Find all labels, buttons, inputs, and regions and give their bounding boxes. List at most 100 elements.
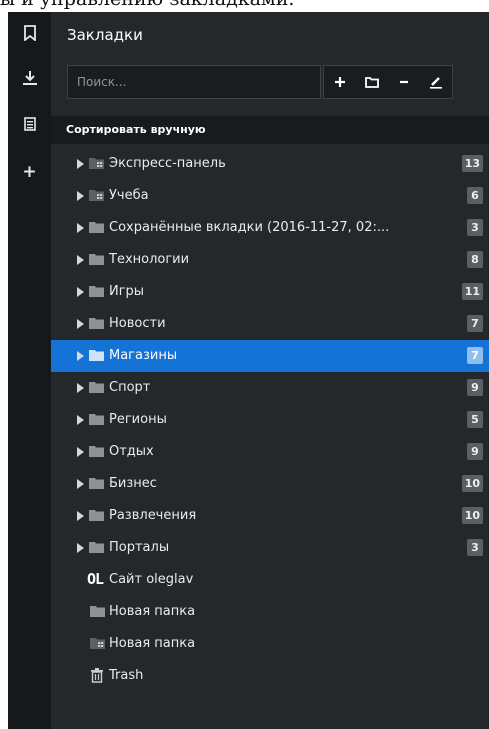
- count-badge: 3: [467, 219, 483, 236]
- row-label: Trash: [109, 668, 144, 683]
- edit-bookmark-button[interactable]: [422, 68, 450, 96]
- expand-arrow-icon[interactable]: [77, 415, 84, 425]
- sidebar-item-bookmarks[interactable]: [8, 16, 51, 50]
- expand-arrow-icon[interactable]: [77, 351, 84, 361]
- tree-row[interactable]: Trash: [51, 660, 489, 692]
- search-input[interactable]: [67, 65, 321, 99]
- tree-row[interactable]: OL Сайт oleglav: [51, 564, 489, 596]
- folder-icon: [89, 382, 104, 393]
- add-bookmark-button[interactable]: [326, 68, 354, 96]
- folder-icon: [89, 510, 104, 521]
- speed-dial-folder-icon: [89, 190, 104, 201]
- sidebar-item-add[interactable]: +: [8, 155, 51, 189]
- expand-arrow-icon[interactable]: [77, 191, 84, 201]
- row-label: Спорт: [109, 380, 151, 395]
- add-icon: [335, 77, 345, 87]
- row-label: Новая папка: [109, 604, 196, 619]
- tree-row[interactable]: Спорт 9: [51, 372, 489, 404]
- tree-row[interactable]: Учеба 6: [51, 180, 489, 212]
- download-icon: [22, 71, 37, 85]
- sort-label: Сортировать вручную: [66, 123, 206, 136]
- folder-icon: [89, 286, 104, 297]
- tree-row[interactable]: Сохранённые вкладки (2016-11-27, 02:... …: [51, 212, 489, 244]
- expand-arrow-icon[interactable]: [77, 543, 84, 553]
- row-label: Развлечения: [109, 508, 197, 523]
- tree-row[interactable]: Регионы 5: [51, 404, 489, 436]
- row-label: Порталы: [109, 540, 170, 555]
- ol-logo-icon: OL: [87, 570, 104, 588]
- bookmarks-app: + Закладки Поиск... Сортировать вручную …: [8, 12, 489, 729]
- document-text: ы и управлению закладками.: [0, 0, 294, 10]
- folder-icon: [89, 350, 104, 361]
- bookmarks-panel: Закладки Поиск... Сортировать вручную Эк…: [51, 12, 489, 729]
- tree-row[interactable]: Новая папка: [51, 628, 489, 660]
- folder-icon: [89, 478, 104, 489]
- notes-icon: [23, 117, 36, 131]
- folder-icon: [89, 254, 104, 265]
- plus-icon: +: [22, 162, 37, 182]
- speed-dial-folder-icon: [89, 158, 104, 169]
- expand-arrow-icon[interactable]: [77, 319, 84, 329]
- expand-arrow-icon[interactable]: [77, 255, 84, 265]
- expand-arrow-icon[interactable]: [77, 447, 84, 457]
- tree-row[interactable]: Бизнес 10: [51, 468, 489, 500]
- row-label: Регионы: [109, 412, 167, 427]
- tree-row[interactable]: Технологии 8: [51, 244, 489, 276]
- folder-icon: [89, 318, 104, 329]
- sort-header[interactable]: Сортировать вручную: [51, 116, 489, 144]
- folder-icon: [89, 414, 104, 425]
- new-folder-button[interactable]: [358, 68, 386, 96]
- folder-icon: [89, 542, 104, 553]
- expand-arrow-icon[interactable]: [77, 159, 84, 169]
- row-label: Технологии: [109, 252, 190, 267]
- row-label: Экспресс-панель: [109, 156, 226, 171]
- count-badge: 9: [467, 379, 483, 396]
- remove-bookmark-button[interactable]: [390, 68, 418, 96]
- row-label: Отдых: [109, 444, 154, 459]
- tree-row[interactable]: Новая папка: [51, 596, 489, 628]
- tree-row[interactable]: Развлечения 10: [51, 500, 489, 532]
- sidebar-item-notes[interactable]: [8, 107, 51, 141]
- count-badge: 5: [467, 411, 483, 428]
- trash-icon: [91, 668, 103, 683]
- expand-arrow-icon[interactable]: [77, 287, 84, 297]
- row-label: Учеба: [109, 188, 149, 203]
- bookmark-icon: [23, 25, 36, 41]
- count-badge: 9: [467, 443, 483, 460]
- folder-icon: [89, 222, 104, 233]
- remove-icon: [400, 80, 408, 84]
- row-label: Новая папка: [109, 636, 196, 651]
- document-text-strip: ы и управлению закладками.: [0, 0, 489, 12]
- tree-row[interactable]: Отдых 9: [51, 436, 489, 468]
- tree-row-selected[interactable]: Магазины 7: [51, 340, 489, 372]
- count-badge: 7: [467, 315, 483, 332]
- row-label: Сайт oleglav: [109, 572, 194, 587]
- sidebar-rail: +: [8, 12, 51, 729]
- count-badge: 10: [461, 507, 483, 524]
- expand-arrow-icon[interactable]: [77, 383, 84, 393]
- bookmark-toolbar: [323, 65, 453, 99]
- row-label: Магазины: [109, 348, 178, 363]
- expand-arrow-icon[interactable]: [77, 511, 84, 521]
- tree-row[interactable]: Игры 11: [51, 276, 489, 308]
- folder-icon: [89, 446, 104, 457]
- count-badge: 7: [467, 347, 483, 364]
- panel-title: Закладки: [67, 26, 143, 44]
- sidebar-item-downloads[interactable]: [8, 61, 51, 95]
- row-label: Игры: [109, 284, 145, 299]
- expand-arrow-icon[interactable]: [77, 223, 84, 233]
- count-badge: 10: [461, 475, 483, 492]
- count-badge: 8: [467, 251, 483, 268]
- count-badge: 3: [467, 539, 483, 556]
- tree-row[interactable]: Новости 7: [51, 308, 489, 340]
- count-badge: 13: [461, 155, 483, 172]
- row-label: Бизнес: [109, 476, 157, 491]
- folder-icon: [365, 77, 379, 88]
- tree-row[interactable]: Порталы 3: [51, 532, 489, 564]
- speed-dial-folder-icon: [90, 638, 105, 649]
- expand-arrow-icon[interactable]: [77, 479, 84, 489]
- row-label: Новости: [109, 316, 166, 331]
- edit-icon: [430, 77, 442, 89]
- count-badge: 6: [467, 187, 483, 204]
- tree-row[interactable]: Экспресс-панель 13: [51, 148, 489, 180]
